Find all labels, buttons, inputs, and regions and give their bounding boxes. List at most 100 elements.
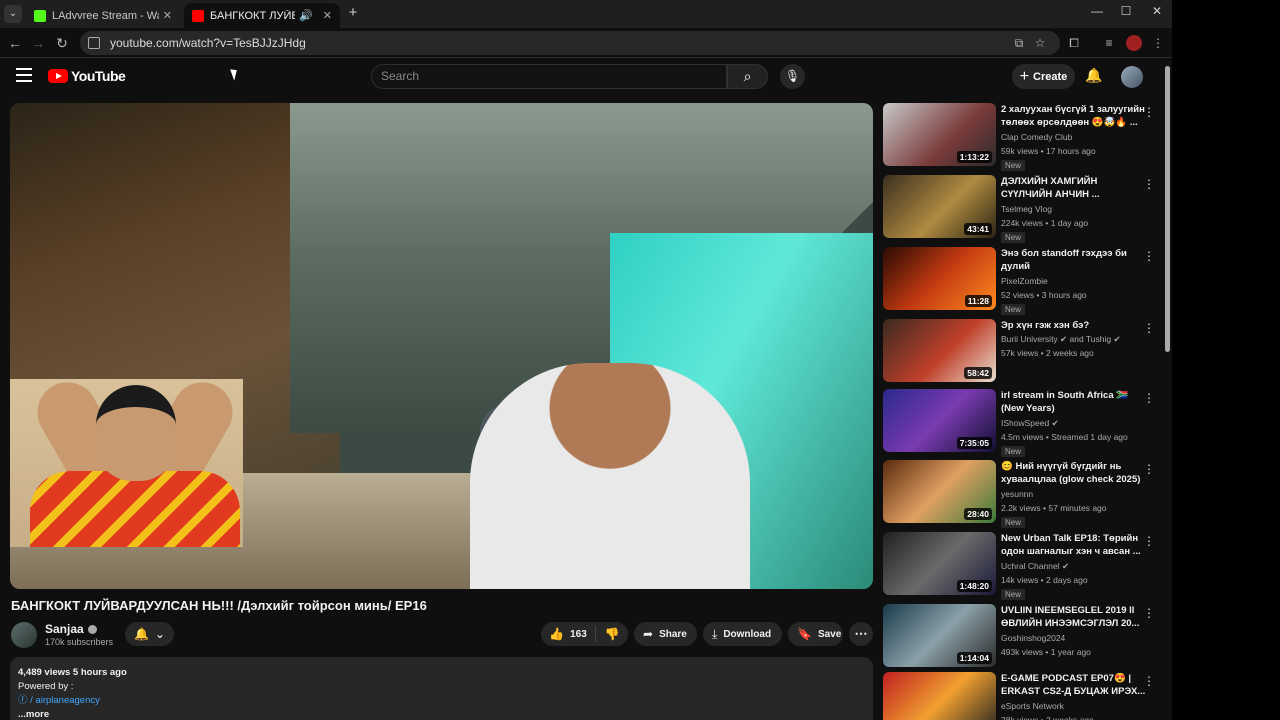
minimize-icon[interactable]: — [1082, 4, 1112, 18]
more-options-icon[interactable]: ⋮ [1143, 674, 1155, 688]
kick-favicon-icon [34, 9, 46, 22]
dislike-button[interactable]: 👎 [596, 627, 628, 641]
recommended-video-title[interactable]: E-GAME PODCAST EP07😍 | ERKAST CS2-Д БУЦА… [1001, 672, 1148, 698]
like-dislike-group: 👍 163 👎 [541, 622, 628, 646]
recommended-channel-name[interactable]: eSports Network [1001, 701, 1064, 711]
channel-avatar[interactable] [11, 622, 37, 648]
tab-title: БАНГКОКТ ЛУЙВАРДУУЛС [210, 9, 296, 22]
save-button[interactable]: 🔖 Save [788, 622, 843, 646]
recommended-video-title[interactable]: Энэ бол standoff гэхдээ би дулий [1001, 247, 1148, 273]
chevron-down-icon: ⌄ [154, 627, 165, 641]
recommended-video[interactable]: 1:14:04 UVLIIN INEEMSEGLEL 2019 ll ӨВЛИЙН… [883, 604, 1163, 670]
recommended-video-title[interactable]: New Urban Talk EP18: Төрийн одон шагналы… [1001, 532, 1148, 558]
close-window-icon[interactable]: ✕ [1142, 4, 1172, 18]
youtube-play-icon [48, 69, 68, 83]
search-input[interactable]: Search [371, 64, 727, 89]
extensions-icon[interactable]: ⧠ [1066, 35, 1082, 51]
microphone-icon[interactable]: 🎙 [780, 64, 805, 89]
recommended-video[interactable]: 7:35:05 irl stream in South Africa 🇿🇦 (Ne… [883, 389, 1163, 457]
tab-kick-stream[interactable]: LAdvvree Stream - Watch Live o ✕ [26, 3, 180, 28]
video-thumbnail[interactable]: 1:14:04 [883, 604, 996, 667]
search-icon[interactable]: ⌕ [727, 64, 768, 89]
video-thumbnail[interactable] [883, 672, 996, 720]
more-options-icon[interactable]: ⋮ [1143, 321, 1155, 335]
recommended-channel-name[interactable]: PixelZombie [1001, 276, 1048, 286]
recommended-channel-name[interactable]: Goshinshog2024 [1001, 633, 1065, 643]
video-title: БАНГКОКТ ЛУЙВАРДУУЛСАН НЬ!!! /Дэлхийг то… [11, 598, 427, 613]
recommended-channel-name[interactable]: Tselmeg Vlog [1001, 204, 1052, 214]
more-options-icon[interactable]: ⋮ [1143, 391, 1155, 405]
recommended-video[interactable]: 43:41 ДЭЛХИЙН ХАМГИЙН СҮҮЛЧИЙН АНЧИН ... T… [883, 175, 1163, 243]
download-button[interactable]: ⤓ Download [703, 622, 782, 646]
profile-icon[interactable] [1126, 35, 1142, 51]
guide-menu-icon[interactable] [16, 68, 32, 82]
tab-search-button[interactable]: ⌄ [4, 5, 22, 23]
recommended-video[interactable]: 1:13:22 2 халуухан бүсгүй 1 залуугийн төл… [883, 103, 1163, 171]
more-options-icon[interactable]: ⋮ [1143, 177, 1155, 191]
video-thumbnail[interactable]: 1:48:20 [883, 532, 996, 595]
recommended-video[interactable]: 58:42 Эр хүн гэж хэн бэ? Burii University … [883, 319, 1163, 385]
subscriber-count: 170k subscribers [45, 637, 114, 647]
close-tab-icon[interactable]: ✕ [323, 9, 332, 22]
recommended-video-title[interactable]: UVLIIN INEEMSEGLEL 2019 ll ӨВЛИЙН ИНЭЭМС… [1001, 604, 1148, 630]
youtube-logo[interactable]: YouTube [48, 68, 126, 84]
more-options-icon[interactable]: ⋮ [1143, 105, 1155, 119]
video-thumbnail[interactable]: 58:42 [883, 319, 996, 382]
tab-strip: ⌄ LAdvvree Stream - Watch Live o ✕ БАНГК… [0, 0, 1172, 28]
video-thumbnail[interactable]: 28:40 [883, 460, 996, 523]
subscribed-notification-button[interactable]: 🔔 ⌄ [125, 622, 174, 646]
recommended-channel-name[interactable]: yesunnn [1001, 489, 1033, 499]
save-label: Save [817, 628, 842, 640]
show-more-button[interactable]: ...more [18, 708, 865, 720]
recommended-channel-name[interactable]: Burii University ✔ and Tushig ✔ [1001, 334, 1121, 345]
channel-name[interactable]: Sanjaa [45, 622, 97, 636]
recommended-video-title[interactable]: 2 халуухан бүсгүй 1 залуугийн төлөөх өрс… [1001, 103, 1148, 129]
account-avatar[interactable] [1121, 66, 1143, 88]
notifications-bell-icon[interactable]: 🔔 [1084, 67, 1104, 87]
recommended-channel-name[interactable]: Uchral Channel ✔ [1001, 561, 1069, 572]
video-thumbnail[interactable]: 11:28 [883, 247, 996, 310]
reload-icon[interactable]: ↻ [53, 34, 71, 52]
recommended-channel-name[interactable]: IShowSpeed ✔ [1001, 418, 1059, 429]
bookmark-star-icon[interactable]: ☆ [1032, 35, 1048, 51]
recommended-video[interactable]: E-GAME PODCAST EP07😍 | ERKAST CS2-Д БУЦА… [883, 672, 1163, 720]
install-app-icon[interactable]: ⧉ [1011, 35, 1027, 51]
youtube-favicon-icon [192, 9, 204, 22]
media-control-icon[interactable]: ≡ [1101, 35, 1117, 51]
recommended-video-title[interactable]: ДЭЛХИЙН ХАМГИЙН СҮҮЛЧИЙН АНЧИН ... [1001, 175, 1148, 201]
recommended-video[interactable]: 11:28 Энэ бол standoff гэхдээ би дулий Pix… [883, 247, 1163, 315]
description-link[interactable]: / airplaneagency [30, 695, 100, 706]
recommended-channel-name[interactable]: Clap Comedy Club [1001, 132, 1072, 142]
recommended-video[interactable]: 1:48:20 New Urban Talk EP18: Төрийн одон … [883, 532, 1163, 600]
close-tab-icon[interactable]: ✕ [163, 9, 172, 22]
like-button[interactable]: 👍 163 [541, 626, 596, 642]
description-box[interactable]: 4,489 views 5 hours ago Powered by : ⓕ /… [10, 657, 873, 720]
url-bar[interactable]: youtube.com/watch?v=TesBJJzJHdg [80, 31, 1060, 55]
scrollbar[interactable] [1163, 58, 1172, 720]
new-tab-button[interactable]: + [344, 4, 362, 22]
video-player[interactable] [10, 103, 873, 589]
more-options-icon[interactable]: ⋮ [1143, 534, 1155, 548]
video-thumbnail[interactable]: 43:41 [883, 175, 996, 238]
maximize-icon[interactable]: ☐ [1111, 4, 1141, 18]
more-options-icon[interactable]: ⋮ [1143, 462, 1155, 476]
back-icon[interactable]: ← [6, 34, 24, 52]
browser-menu-icon[interactable]: ⋮ [1150, 35, 1166, 51]
recommended-video[interactable]: 28:40 😊 Ний нүүгүй бүгдийг нь хуваалцлаа … [883, 460, 1163, 528]
site-info-icon[interactable] [88, 37, 100, 49]
speaker-icon[interactable]: 🔊 [299, 9, 313, 22]
create-button[interactable]: + Create [1012, 64, 1075, 89]
share-button[interactable]: ➦ Share [634, 622, 697, 646]
recommended-video-title[interactable]: irl stream in South Africa 🇿🇦 (New Years… [1001, 389, 1148, 415]
more-actions-icon[interactable]: ⋯ [849, 622, 873, 646]
recommended-video-title[interactable]: Эр хүн гэж хэн бэ? [1001, 319, 1148, 332]
forward-icon[interactable]: → [29, 34, 47, 52]
scrollbar-thumb[interactable] [1165, 66, 1170, 352]
more-options-icon[interactable]: ⋮ [1143, 249, 1155, 263]
video-thumbnail[interactable]: 7:35:05 [883, 389, 996, 452]
recommended-video-title[interactable]: 😊 Ний нүүгүй бүгдийг нь хуваалцлаа (glow… [1001, 460, 1148, 486]
video-thumbnail[interactable]: 1:13:22 [883, 103, 996, 166]
more-options-icon[interactable]: ⋮ [1143, 606, 1155, 620]
verified-icon [87, 625, 97, 635]
tab-youtube-active[interactable]: БАНГКОКТ ЛУЙВАРДУУЛС 🔊 ✕ [184, 3, 340, 28]
